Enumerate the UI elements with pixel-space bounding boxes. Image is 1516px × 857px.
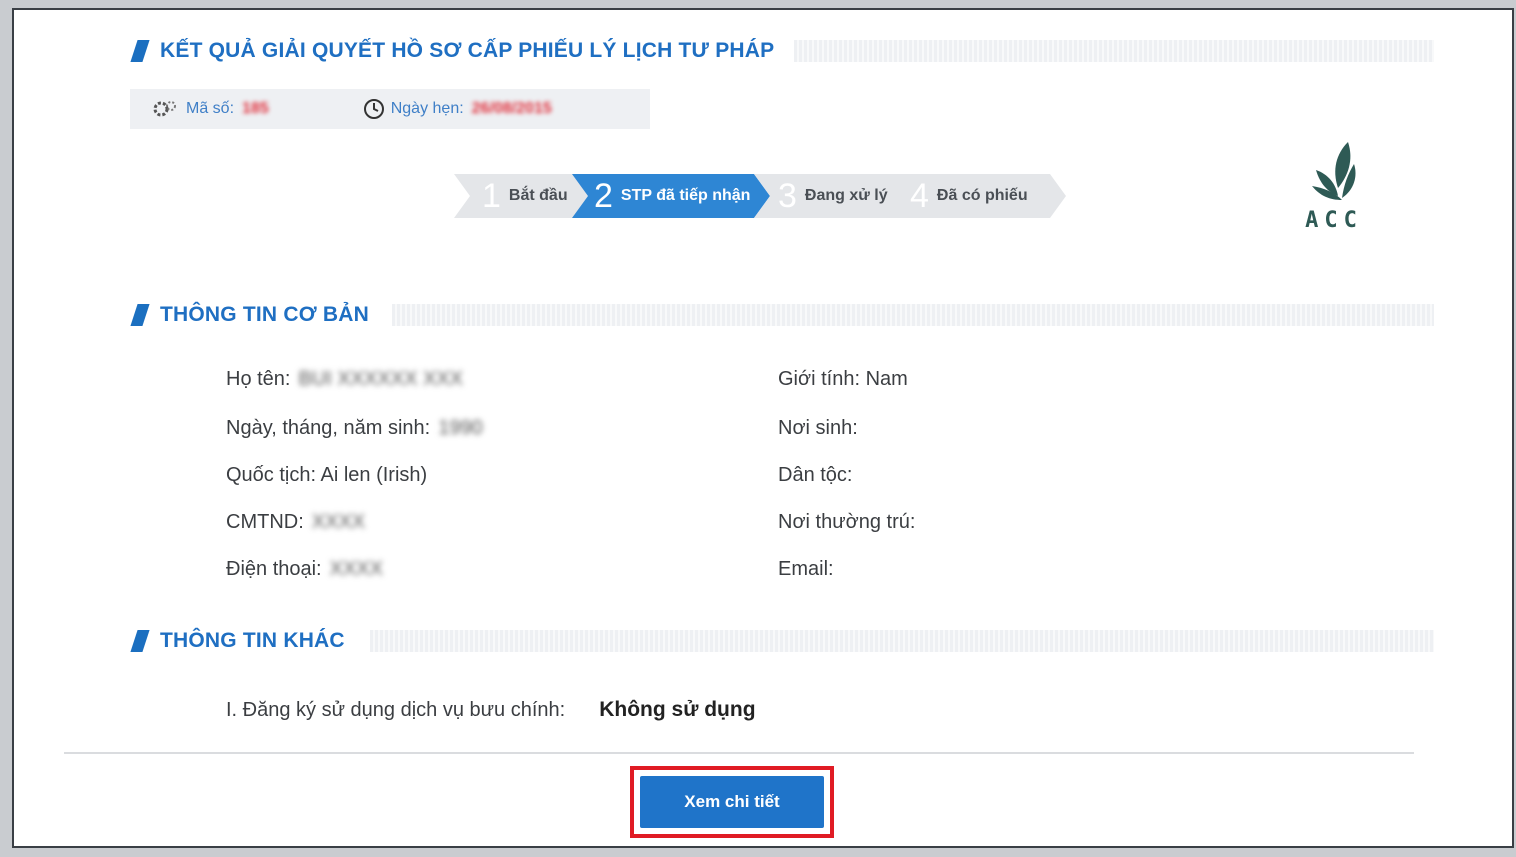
step-number: 4 xyxy=(910,176,929,215)
step-label: Đang xử lý xyxy=(804,187,888,204)
field-full-name: Họ tên: BUI XXXXXX XXX xyxy=(226,368,463,391)
section-stripe xyxy=(370,630,1434,652)
record-id: Mã số: 185 xyxy=(152,98,269,120)
field-value: 1990 xyxy=(438,417,483,439)
record-meta: Mã số: 185 Ngày hẹn: 26/08/2015 xyxy=(130,89,650,129)
postal-service-label: I. Đăng ký sử dụng dịch vụ bưu chính: xyxy=(226,698,566,721)
appointment-date-label: Ngày hẹn: xyxy=(390,100,464,117)
step-label: Đã có phiếu xyxy=(936,187,1028,204)
step-number: 1 xyxy=(482,176,501,215)
field-label: Ngày, tháng, năm sinh: xyxy=(226,417,431,439)
field-value: BUI XXXXXX XXX xyxy=(298,368,463,390)
field-label: Email: xyxy=(778,558,834,580)
postal-service-value: Không sử dụng xyxy=(599,698,756,721)
leaf-logo-icon xyxy=(1312,142,1356,200)
record-id-label: Mã số: xyxy=(186,100,235,117)
divider xyxy=(64,752,1414,754)
header-stripe xyxy=(794,40,1434,62)
page-title: KẾT QUẢ GIẢI QUYẾT HỒ SƠ CẤP PHIẾU LÝ LỊ… xyxy=(160,39,775,62)
field-label: Dân tộc: xyxy=(778,464,853,486)
field-id-card: CMTND: XXXX xyxy=(226,511,365,534)
step-label: STP đã tiếp nhận xyxy=(620,187,751,204)
step-label: Bắt đầu xyxy=(508,187,568,204)
field-birth-date: Ngày, tháng, năm sinh: 1990 xyxy=(226,417,483,440)
field-email: Email: xyxy=(778,558,834,581)
field-residence: Nơi thường trú: xyxy=(778,511,915,534)
other-info-header: THÔNG TIN KHÁC xyxy=(130,626,1434,656)
field-phone: Điện thoại: XXXX xyxy=(226,558,383,581)
section-title: THÔNG TIN CƠ BẢN xyxy=(160,303,369,326)
field-label: Nơi sinh: xyxy=(778,417,858,439)
result-header: KẾT QUẢ GIẢI QUYẾT HỒ SƠ CẤP PHIẾU LÝ LỊ… xyxy=(130,36,1434,66)
gears-icon xyxy=(153,101,176,117)
step-start: 1 Bắt đầu xyxy=(454,174,592,218)
appointment-date-value: 26/08/2015 xyxy=(471,100,552,117)
postal-service-row: I. Đăng ký sử dụng dịch vụ bưu chính: Kh… xyxy=(226,698,756,722)
step-received: 2 STP đã tiếp nhận xyxy=(572,174,770,218)
section-stripe xyxy=(392,304,1434,326)
record-id-value: 185 xyxy=(242,100,269,117)
field-nationality: Quốc tịch: Ai len (Irish) xyxy=(226,464,427,487)
field-birthplace: Nơi sinh: xyxy=(778,417,858,440)
field-label: Điện thoại: xyxy=(226,558,322,580)
field-label: CMTND: xyxy=(226,511,304,533)
step-completed: 4 Đã có phiếu xyxy=(886,174,1066,218)
field-label: Giới tính: Nam xyxy=(778,368,908,390)
result-page: KẾT QUẢ GIẢI QUYẾT HỒ SƠ CẤP PHIẾU LÝ LỊ… xyxy=(12,8,1514,848)
step-processing: 3 Đang xử lý xyxy=(754,174,904,218)
section-marker xyxy=(130,304,150,326)
highlight-box: Xem chi tiết xyxy=(630,766,834,838)
section-title: THÔNG TIN KHÁC xyxy=(160,629,345,652)
field-value: XXXX xyxy=(311,511,366,533)
view-details-button[interactable]: Xem chi tiết xyxy=(640,776,824,828)
field-gender: Giới tính: Nam xyxy=(778,368,908,391)
field-label: Họ tên: xyxy=(226,368,291,390)
step-number: 2 xyxy=(594,176,613,215)
field-label: Quốc tịch: Ai len (Irish) xyxy=(226,464,428,486)
step-number: 3 xyxy=(778,176,797,215)
clock-icon xyxy=(363,99,384,119)
appointment-date: Ngày hẹn: 26/08/2015 xyxy=(363,98,552,120)
basic-info-header: THÔNG TIN CƠ BẢN xyxy=(130,300,1434,330)
section-marker xyxy=(130,40,150,62)
field-label: Nơi thường trú: xyxy=(778,511,916,533)
logo-text: ACC xyxy=(1305,208,1363,233)
field-ethnicity: Dân tộc: xyxy=(778,464,852,487)
progress-steps: 1 Bắt đầu 2 STP đã tiếp nhận 3 Đang xử l… xyxy=(454,174,1074,220)
section-marker xyxy=(130,630,150,652)
field-value: XXXX xyxy=(329,558,383,580)
acc-logo: ACC xyxy=(1298,140,1370,240)
